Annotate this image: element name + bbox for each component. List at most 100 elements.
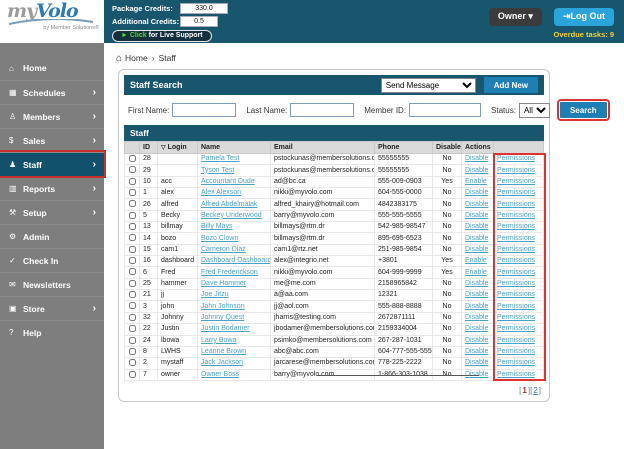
permissions-link[interactable]: Permissions bbox=[497, 189, 535, 196]
breadcrumb-home[interactable]: Home bbox=[125, 53, 148, 63]
column-header-id[interactable]: ID bbox=[140, 142, 158, 154]
send-message-select[interactable]: Send Message bbox=[381, 78, 476, 93]
disable-link[interactable]: Disable bbox=[465, 303, 488, 310]
add-new-button[interactable]: Add New bbox=[484, 77, 538, 93]
permissions-link[interactable]: Permissions bbox=[497, 212, 535, 219]
column-header-disabled[interactable]: Disabled bbox=[433, 142, 462, 154]
last-name-input[interactable] bbox=[290, 103, 354, 117]
sidebar-item-reports[interactable]: ▥Reports› bbox=[0, 176, 104, 200]
permissions-link[interactable]: Permissions bbox=[497, 337, 535, 344]
row-checkbox[interactable] bbox=[129, 291, 136, 298]
staff-name-link[interactable]: Alfred Abdelmalak bbox=[201, 201, 257, 208]
row-checkbox[interactable] bbox=[129, 178, 136, 185]
row-checkbox[interactable] bbox=[129, 212, 136, 219]
sidebar-item-help[interactable]: ?Help bbox=[0, 320, 104, 344]
permissions-link[interactable]: Permissions bbox=[497, 257, 535, 264]
disable-link[interactable]: Disable bbox=[465, 348, 488, 355]
permissions-link[interactable]: Permissions bbox=[497, 314, 535, 321]
permissions-link[interactable]: Permissions bbox=[497, 280, 535, 287]
row-checkbox[interactable] bbox=[129, 348, 136, 355]
row-checkbox[interactable] bbox=[129, 200, 136, 207]
sidebar-item-schedules[interactable]: ▦Schedules› bbox=[0, 80, 104, 104]
live-support-button[interactable]: ► Click for Live Support bbox=[112, 30, 212, 42]
sidebar-item-admin[interactable]: ⚙Admin bbox=[0, 224, 104, 248]
disable-link[interactable]: Disable bbox=[465, 212, 488, 219]
row-checkbox[interactable] bbox=[129, 314, 136, 321]
row-checkbox[interactable] bbox=[129, 246, 136, 253]
staff-name-link[interactable]: Johnny Quest bbox=[201, 314, 244, 321]
permissions-link[interactable]: Permissions bbox=[497, 291, 535, 298]
row-checkbox[interactable] bbox=[129, 337, 136, 344]
disable-link[interactable]: Disable bbox=[465, 371, 488, 378]
disable-link[interactable]: Disable bbox=[465, 314, 488, 321]
column-header-email[interactable]: Email bbox=[271, 142, 375, 154]
row-checkbox[interactable] bbox=[129, 234, 136, 241]
disable-link[interactable]: Disable bbox=[465, 155, 488, 162]
permissions-link[interactable]: Permissions bbox=[497, 269, 535, 276]
sidebar-item-members[interactable]: ♙Members› bbox=[0, 104, 104, 128]
permissions-link[interactable]: Permissions bbox=[497, 201, 535, 208]
row-checkbox[interactable] bbox=[129, 223, 136, 230]
row-checkbox[interactable] bbox=[129, 302, 136, 309]
row-checkbox[interactable] bbox=[129, 371, 136, 378]
column-header-login[interactable]: ▽Login bbox=[158, 142, 198, 154]
page-2-link[interactable]: 2 bbox=[533, 386, 537, 395]
additional-credits-input[interactable] bbox=[180, 16, 218, 27]
enable-link[interactable]: Enable bbox=[465, 178, 487, 185]
staff-name-link[interactable]: Fred Frederickson bbox=[201, 269, 258, 276]
staff-name-link[interactable]: Tyson Test bbox=[201, 167, 234, 174]
permissions-link[interactable]: Permissions bbox=[497, 155, 535, 162]
search-button[interactable]: Search bbox=[560, 102, 607, 118]
permissions-link[interactable]: Permissions bbox=[497, 235, 535, 242]
permissions-link[interactable]: Permissions bbox=[497, 303, 535, 310]
staff-name-link[interactable]: John Johnson bbox=[201, 303, 245, 310]
status-select[interactable]: All bbox=[519, 103, 550, 118]
staff-name-link[interactable]: Bozo Clown bbox=[201, 235, 238, 242]
row-checkbox[interactable] bbox=[129, 257, 136, 264]
row-checkbox[interactable] bbox=[129, 268, 136, 275]
column-header-actions[interactable]: Actions bbox=[462, 142, 494, 154]
row-checkbox[interactable] bbox=[129, 189, 136, 196]
disable-link[interactable]: Disable bbox=[465, 189, 488, 196]
permissions-link[interactable]: Permissions bbox=[497, 371, 535, 378]
staff-name-link[interactable]: Cameron Diaz bbox=[201, 246, 246, 253]
permissions-link[interactable]: Permissions bbox=[497, 348, 535, 355]
disable-link[interactable]: Disable bbox=[465, 235, 488, 242]
staff-name-link[interactable]: Beckey Underwood bbox=[201, 212, 262, 219]
sidebar-item-staff[interactable]: ♟Staff› bbox=[0, 152, 104, 176]
sidebar-item-setup[interactable]: ⚒Setup› bbox=[0, 200, 104, 224]
member-id-input[interactable] bbox=[409, 103, 481, 117]
sidebar-item-store[interactable]: ▣Store› bbox=[0, 296, 104, 320]
staff-name-link[interactable]: Pamela Test bbox=[201, 155, 239, 162]
sort-desc-icon[interactable]: ▽ bbox=[161, 145, 166, 151]
staff-name-link[interactable]: Dashboard Dashboard bbox=[201, 257, 271, 264]
disable-link[interactable]: Disable bbox=[465, 167, 488, 174]
permissions-link[interactable]: Permissions bbox=[497, 246, 535, 253]
package-credits-input[interactable] bbox=[180, 3, 228, 14]
user-menu-button[interactable]: Owner ▾ bbox=[489, 8, 542, 26]
enable-link[interactable]: Enable bbox=[465, 269, 487, 276]
enable-link[interactable]: Enable bbox=[465, 257, 487, 264]
permissions-link[interactable]: Permissions bbox=[497, 223, 535, 230]
disable-link[interactable]: Disable bbox=[465, 325, 488, 332]
disable-link[interactable]: Disable bbox=[465, 280, 488, 287]
row-checkbox[interactable] bbox=[129, 166, 136, 173]
disable-link[interactable]: Disable bbox=[465, 337, 488, 344]
row-checkbox[interactable] bbox=[129, 155, 136, 162]
first-name-input[interactable] bbox=[172, 103, 236, 117]
staff-name-link[interactable]: Joe Jitzu bbox=[201, 291, 229, 298]
disable-link[interactable]: Disable bbox=[465, 359, 488, 366]
permissions-link[interactable]: Permissions bbox=[497, 325, 535, 332]
logout-button[interactable]: ⇥Log Out bbox=[554, 8, 614, 26]
column-header-name[interactable]: Name bbox=[198, 142, 271, 154]
sidebar-item-newsletters[interactable]: ✉Newsletters bbox=[0, 272, 104, 296]
row-checkbox[interactable] bbox=[129, 325, 136, 332]
sidebar-item-home[interactable]: ⌂Home bbox=[0, 56, 104, 80]
disable-link[interactable]: Disable bbox=[465, 201, 488, 208]
row-checkbox[interactable] bbox=[129, 359, 136, 366]
permissions-link[interactable]: Permissions bbox=[497, 167, 535, 174]
staff-name-link[interactable]: Owner Boss bbox=[201, 371, 239, 378]
staff-name-link[interactable]: Dave Hammer bbox=[201, 280, 246, 287]
disable-link[interactable]: Disable bbox=[465, 291, 488, 298]
sidebar-item-sales[interactable]: $Sales› bbox=[0, 128, 104, 152]
